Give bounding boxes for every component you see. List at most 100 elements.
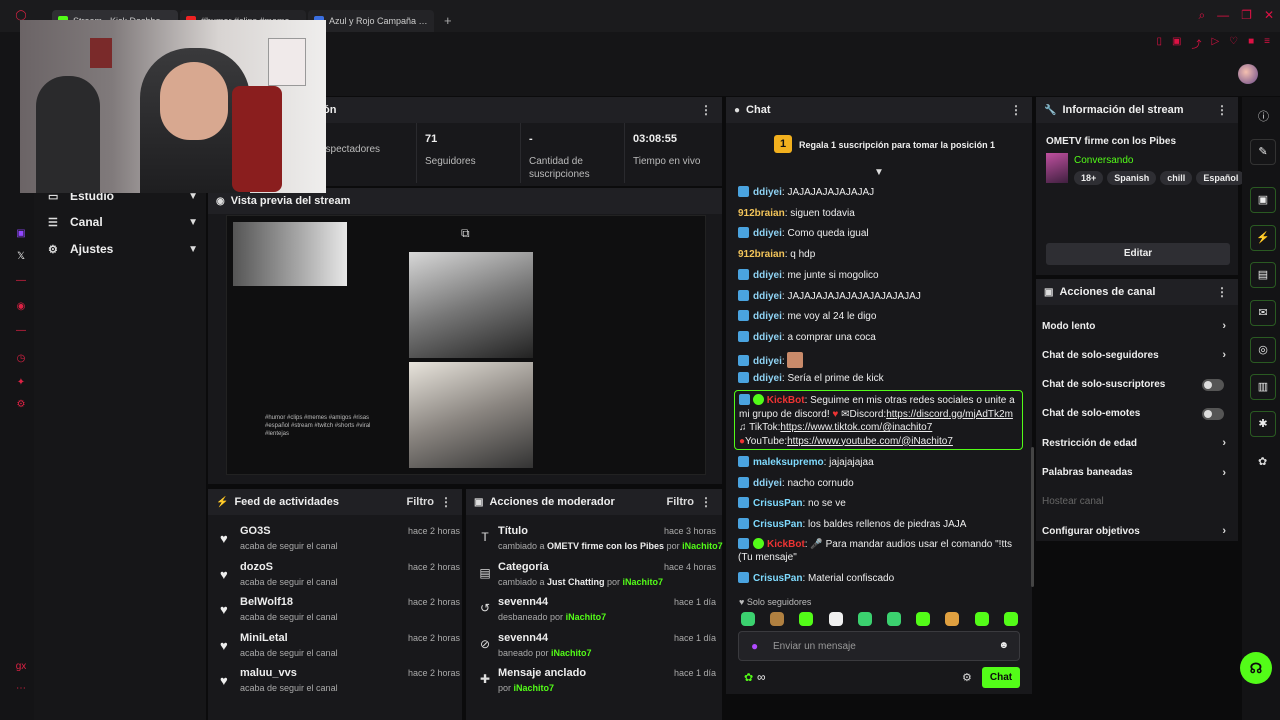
webcam-overlay[interactable] — [20, 20, 326, 193]
category-thumbnail[interactable] — [1046, 153, 1068, 183]
tiktok-link[interactable]: https://www.tiktok.com/@inachito7 — [780, 422, 932, 433]
new-tab-button[interactable]: + — [444, 10, 452, 32]
stream-tag[interactable]: 18+ — [1074, 171, 1104, 185]
channel-action-row[interactable]: Restricción de edad › — [1042, 433, 1232, 453]
more-icon[interactable]: ⋯ — [14, 682, 28, 696]
sidebar-item-ajustes[interactable]: ⚙ Ajustes ▼ — [48, 239, 198, 259]
emote-button[interactable] — [974, 612, 989, 626]
channel-action-row[interactable]: Chat de solo-seguidores › — [1042, 345, 1232, 365]
more-options-icon[interactable]: ⋮ — [700, 103, 712, 117]
list-item[interactable]: ⊘ sevenn44 baneado por iNachito7 hace 1 día — [478, 632, 716, 666]
chat-username[interactable]: ddiyei — [753, 373, 782, 384]
toggle-switch[interactable] — [1202, 407, 1224, 420]
list-item[interactable]: ♥ MiniLetal acaba de seguir el canal hace 2… — [220, 632, 460, 666]
chat-username[interactable]: ddiyei — [753, 270, 782, 281]
chat-username[interactable]: ddiyei — [753, 356, 782, 367]
chat-username[interactable]: ddiyei — [753, 311, 782, 322]
history-icon[interactable]: ◷ — [14, 352, 28, 366]
document-icon[interactable]: ▤ — [1250, 262, 1276, 288]
filter-button[interactable]: Filtro — [667, 496, 695, 508]
profile-icon[interactable]: ■ — [1248, 36, 1254, 51]
popout-icon[interactable]: ⧉ — [461, 226, 470, 241]
edit-layout-icon[interactable]: ✎ — [1250, 139, 1276, 165]
emote-button[interactable] — [945, 612, 960, 626]
infinity-icon[interactable]: ∞ — [757, 670, 766, 684]
twitch-icon[interactable]: ▣ — [14, 227, 28, 241]
sidebar-item-canal[interactable]: ☰ Canal ▼ — [48, 212, 198, 232]
emote-button[interactable] — [770, 612, 785, 626]
x-icon[interactable]: 𝕏 — [14, 250, 28, 264]
emote-button[interactable] — [916, 612, 931, 626]
chat-username[interactable]: KickBot — [767, 539, 805, 550]
extensions-icon[interactable]: ✦ — [14, 376, 28, 390]
close-icon[interactable]: ✕ — [1264, 8, 1274, 23]
chat-username[interactable]: CrisusPan — [753, 498, 802, 509]
tab-canva[interactable]: Azul y Rojo Campaña Pó — [308, 10, 434, 32]
chat-scrollbar[interactable] — [1031, 447, 1034, 587]
mod-action-user[interactable]: iNachito7 — [551, 648, 592, 658]
chat-username[interactable]: CrisusPan — [753, 573, 802, 584]
stream-tag[interactable]: Español — [1196, 171, 1246, 185]
mod-action-user[interactable]: iNachito7 — [566, 612, 607, 622]
share-icon[interactable]: ⤴ — [1191, 36, 1201, 51]
heart-icon[interactable]: ♡ — [1229, 36, 1238, 51]
chat-username[interactable]: ddiyei — [753, 478, 782, 489]
maximize-icon[interactable]: ❐ — [1241, 8, 1252, 23]
chat-username[interactable]: 912braian — [738, 208, 785, 219]
follower-name[interactable]: MiniLetal — [240, 632, 288, 644]
list-item[interactable]: ♥ GO3S acaba de seguir el canal hace 2 hora… — [220, 525, 460, 559]
channel-points-icon[interactable]: ✿ — [744, 671, 753, 684]
gift-sub-promo[interactable]: Regala 1 suscripción para tomar la posic… — [799, 140, 995, 150]
more-options-icon[interactable]: ⋮ — [1010, 103, 1022, 117]
list-item[interactable]: ♥ maluu_vvs acaba de seguir el canal hace 2… — [220, 667, 460, 701]
edit-info-button[interactable]: Editar — [1046, 243, 1230, 265]
play-icon[interactable]: ▷ — [1211, 36, 1219, 51]
channel-action-row[interactable]: Palabras baneadas › — [1042, 463, 1232, 483]
mod-action-user[interactable]: iNachito7 — [682, 541, 723, 551]
follower-name[interactable]: BelWolf18 — [240, 596, 293, 608]
chat-username[interactable]: ddiyei — [753, 291, 782, 302]
list-item[interactable]: ✚ Mensaje anclado por iNachito7 hace 1 día — [478, 667, 716, 701]
emote-button[interactable] — [857, 612, 872, 626]
chat-username[interactable]: ddiyei — [753, 332, 782, 343]
follower-name[interactable]: maluu_vvs — [240, 667, 297, 679]
settings-icon[interactable]: ⚙ — [14, 398, 28, 412]
mod-action-user[interactable]: iNachito7 — [623, 577, 664, 587]
emote-button[interactable] — [828, 612, 843, 626]
chat-username[interactable]: ddiyei — [753, 187, 782, 198]
more-options-icon[interactable]: ⋮ — [440, 495, 452, 509]
emote-button[interactable] — [741, 612, 755, 626]
emoji-icon[interactable]: ☻ — [998, 640, 1009, 651]
channel-action-row[interactable]: Chat de solo-emotes — [1042, 404, 1232, 424]
channel-action-row[interactable]: Modo lento › — [1042, 316, 1232, 336]
emote-button[interactable] — [887, 612, 901, 626]
snapshot-icon[interactable]: ▣ — [1172, 36, 1181, 51]
stream-category[interactable]: Conversando — [1074, 155, 1133, 166]
mod-action-user[interactable]: iNachito7 — [514, 683, 555, 693]
emote-button[interactable] — [1003, 612, 1018, 626]
list-item[interactable]: ♥ dozoS acaba de seguir el canal hace 2 hor… — [220, 561, 460, 595]
channel-action-row[interactable]: Configurar objetivos › — [1042, 521, 1232, 541]
chat-username[interactable]: KickBot — [767, 395, 805, 406]
chat-settings-icon[interactable]: ⚙ — [962, 671, 972, 684]
list-item[interactable]: T Título cambiado a OMETV firme con los Pi… — [478, 525, 722, 559]
lightning-icon[interactable]: ⚡ — [1250, 225, 1276, 251]
chat-username[interactable]: ddiyei — [753, 228, 782, 239]
chat-input[interactable]: ● Enviar un mensaje ☻ — [738, 631, 1020, 661]
camera-icon[interactable]: ▣ — [1250, 187, 1276, 213]
search-icon[interactable]: ⌕ — [1198, 8, 1205, 23]
youtube-link[interactable]: https://www.youtube.com/@iNachito7 — [787, 436, 953, 447]
chat-send-button[interactable]: Chat — [982, 667, 1020, 688]
toggle-switch[interactable] — [1202, 378, 1224, 391]
chat-username[interactable]: CrisusPan — [753, 519, 802, 530]
follower-name[interactable]: dozoS — [240, 561, 273, 573]
minimize-icon[interactable]: — — [1217, 8, 1229, 23]
more-options-icon[interactable]: ⋮ — [1216, 285, 1228, 299]
user-avatar[interactable] — [1238, 64, 1258, 84]
stream-tag[interactable]: chill — [1160, 171, 1193, 185]
layout-icon[interactable]: ▥ — [1250, 374, 1276, 400]
list-item[interactable]: ↺ sevenn44 desbaneado por iNachito7 hace 1 … — [478, 596, 716, 630]
bookmark-icon[interactable]: ▯ — [1156, 36, 1162, 51]
player-icon[interactable]: ◉ — [14, 300, 28, 314]
emote-button[interactable] — [799, 612, 814, 626]
